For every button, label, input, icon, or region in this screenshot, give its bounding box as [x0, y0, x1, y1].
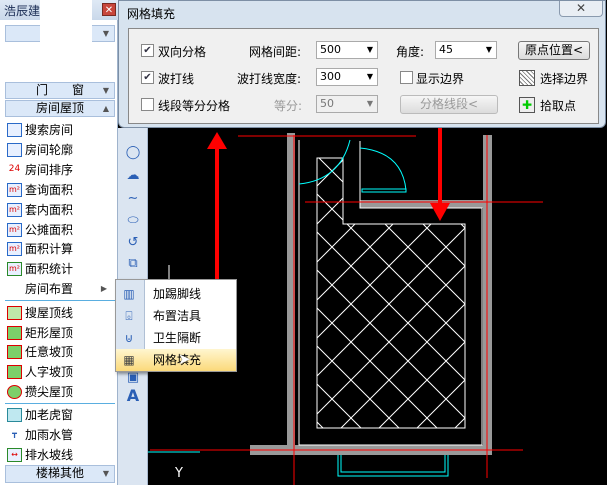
- divisions-input[interactable]: 50: [316, 95, 378, 113]
- door-arc: [359, 147, 407, 191]
- show-border-checkbox[interactable]: [400, 71, 413, 84]
- menu-label: 加踢脚线: [153, 287, 202, 301]
- wave-width-select[interactable]: 300: [316, 68, 378, 86]
- origin-position-button[interactable]: 原点位置<: [518, 41, 590, 60]
- grid-spacing-label: 网格间距:: [249, 45, 302, 59]
- room-layout-submenu: ▥ 加踢脚线 ⌻ 布置洁具 ⊍ 卫生隔断 ▦ 网格填充 ➤: [115, 279, 237, 372]
- ucs-y-label: Y: [174, 466, 183, 481]
- pick-point-icon[interactable]: ✚: [519, 97, 535, 113]
- show-border-label: 显示边界: [416, 72, 465, 86]
- angle-select[interactable]: 45: [435, 41, 497, 59]
- divisions-label: 等分:: [274, 99, 303, 113]
- red-arrow-down: [430, 128, 450, 221]
- grid-fill-dialog: 网格填充 ✕ ✔ 双向分格 网格间距: 500 角度: 45 原点位置< ✔ 波…: [118, 0, 606, 128]
- pick-point-button[interactable]: 拾取点: [540, 97, 576, 114]
- dialog-title: 网格填充: [127, 7, 176, 21]
- fixture-icon: ⌻: [125, 309, 133, 323]
- bidirectional-checkbox[interactable]: ✔: [141, 44, 154, 57]
- menu-label: 网格填充: [153, 353, 202, 367]
- wave-line-label: 波打线: [158, 72, 195, 86]
- menu-label: 布置洁具: [153, 309, 202, 323]
- wave-width-label: 波打线宽度:: [237, 72, 302, 86]
- menu-item-add-skirting[interactable]: ▥ 加踢脚线: [116, 283, 236, 305]
- mouse-cursor-icon: ➤: [178, 350, 191, 368]
- grid-spacing-select[interactable]: 500: [316, 41, 378, 59]
- options-group: ✔ 双向分格 网格间距: 500 角度: 45 原点位置< ✔ 波打线 波打线宽…: [128, 28, 599, 124]
- bidirectional-label: 双向分格: [158, 45, 207, 59]
- select-border-icon[interactable]: [519, 70, 535, 86]
- close-button[interactable]: ✕: [559, 1, 603, 17]
- grid-icon: ▦: [123, 353, 135, 367]
- select-border-button[interactable]: 选择边界: [540, 70, 588, 87]
- segment-divide-checkbox[interactable]: [141, 98, 154, 111]
- menu-item-place-fixtures[interactable]: ⌻ 布置洁具: [116, 305, 236, 327]
- divide-segment-button[interactable]: 分格线段<: [400, 95, 498, 114]
- wave-line-checkbox[interactable]: ✔: [141, 71, 154, 84]
- menu-label: 卫生隔断: [153, 331, 202, 345]
- angle-label: 角度:: [396, 45, 425, 59]
- skirting-icon: ▥: [123, 287, 135, 301]
- menu-item-grid-fill[interactable]: ▦ 网格填充: [116, 349, 236, 371]
- window: [337, 455, 449, 477]
- partition-icon: ⊍: [124, 331, 134, 345]
- menu-item-toilet-partition[interactable]: ⊍ 卫生隔断: [116, 327, 236, 349]
- grid-fill-region: [316, 157, 466, 429]
- segment-divide-label: 线段等分分格: [158, 99, 231, 113]
